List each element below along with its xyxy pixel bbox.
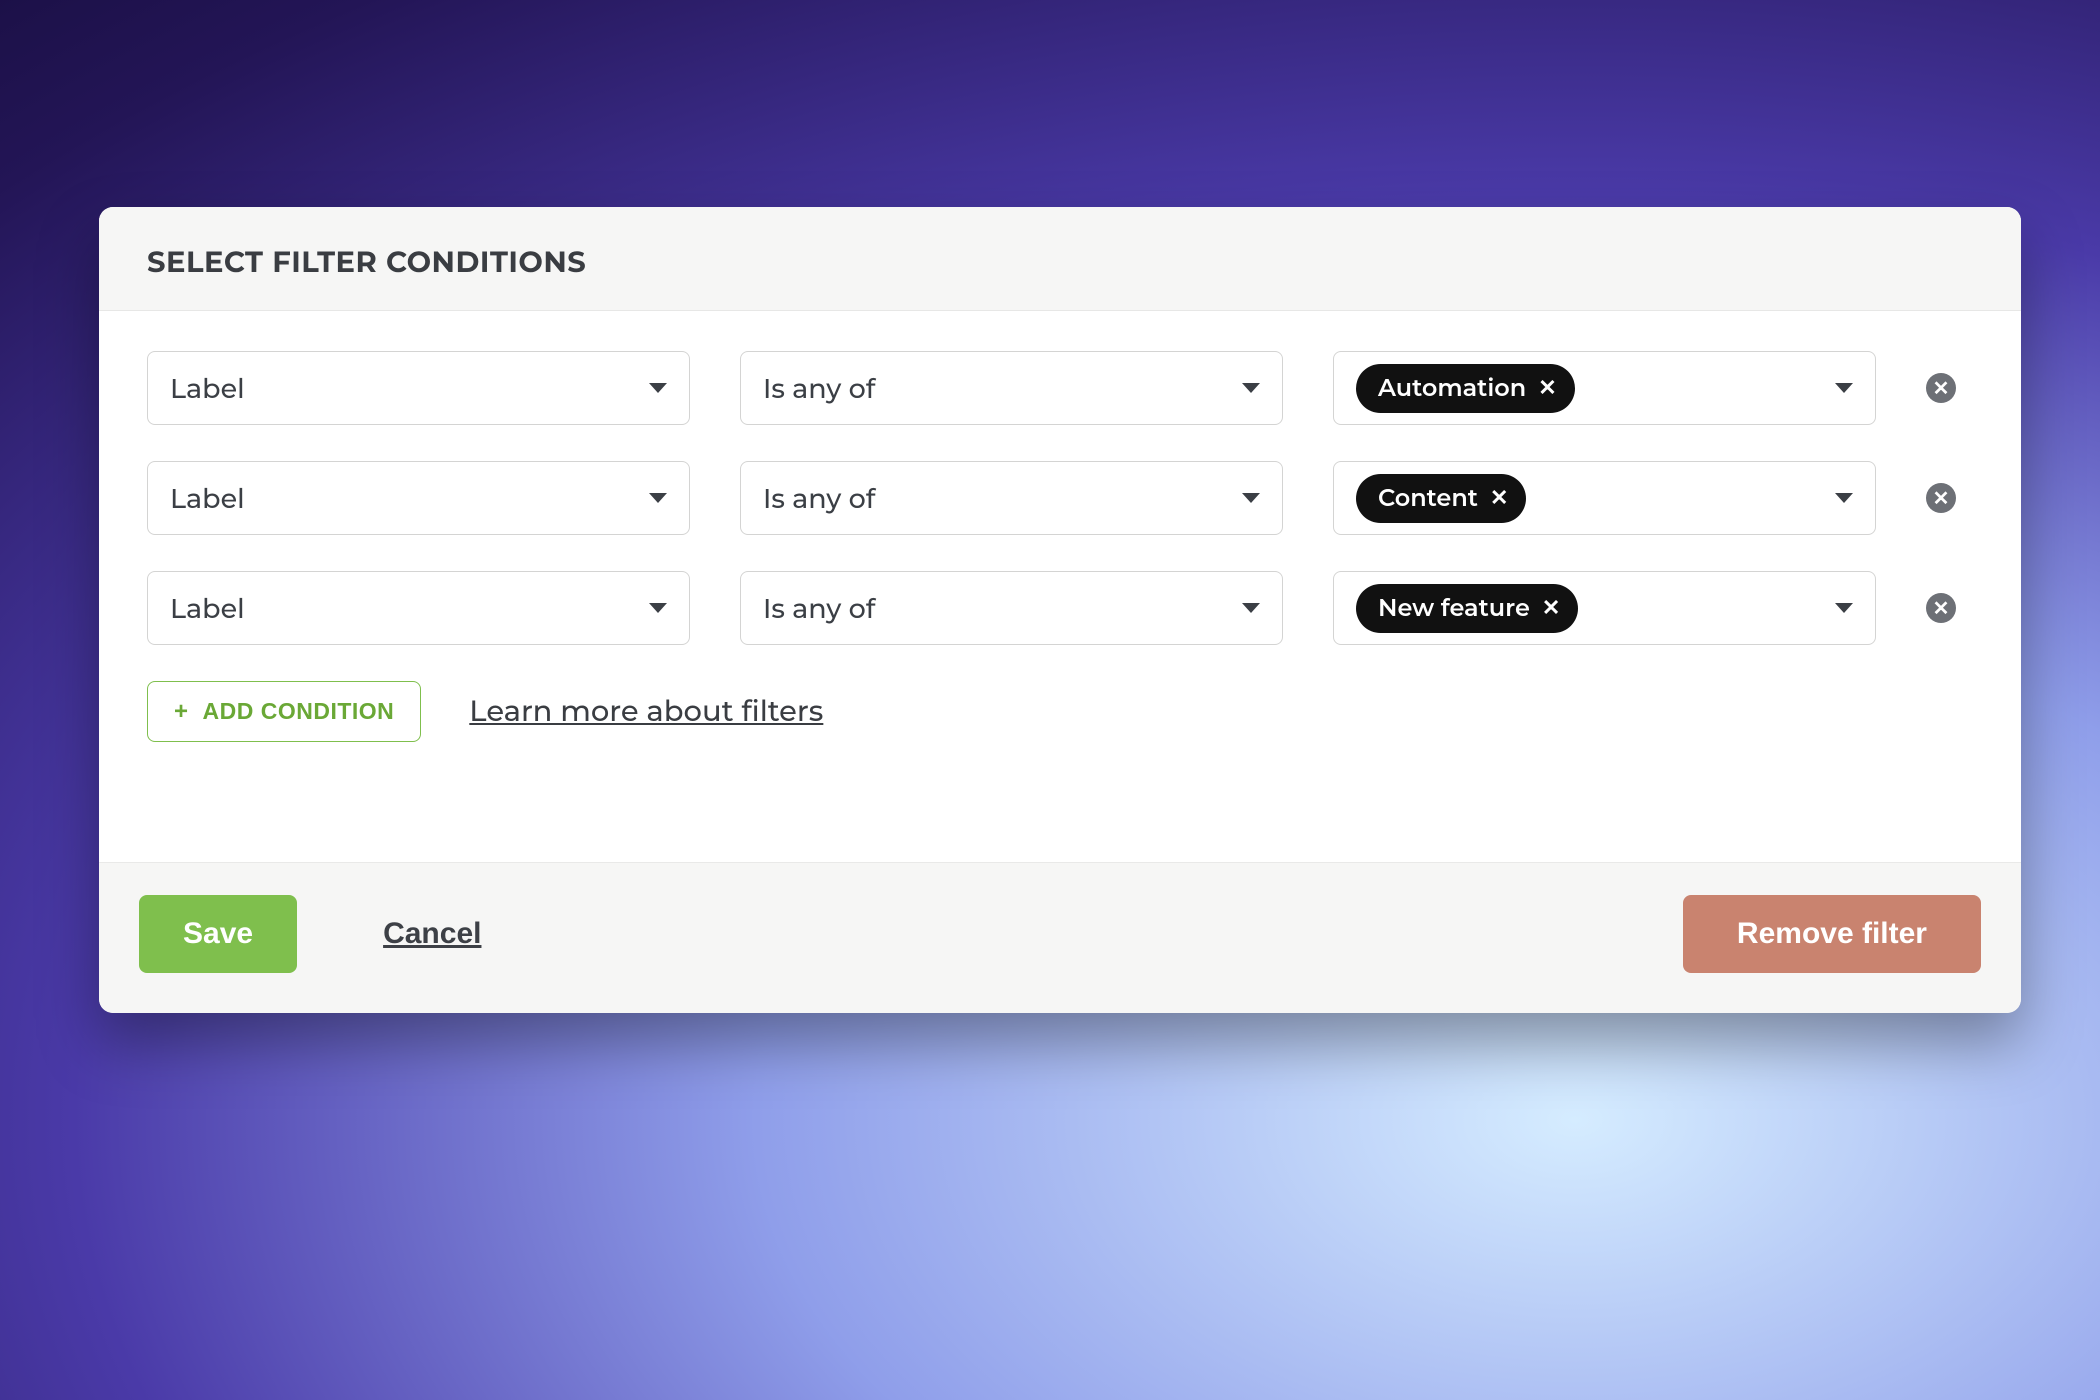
below-rows: + ADD CONDITION Learn more about filters [147, 681, 1973, 742]
chevron-down-icon [1242, 493, 1260, 503]
modal-header: SELECT FILTER CONDITIONS [99, 207, 2021, 311]
condition-rows: Label Is any of Automation ✕ ✕ Label Is any of… [147, 351, 1973, 645]
remove-chip-icon[interactable]: ✕ [1538, 377, 1556, 399]
cancel-button[interactable]: Cancel [383, 895, 481, 973]
operator-select-label: Is any of [763, 592, 875, 625]
modal-title: SELECT FILTER CONDITIONS [147, 245, 1973, 280]
condition-row: Label Is any of Content ✕ ✕ [147, 461, 1973, 535]
condition-row: Label Is any of Automation ✕ ✕ [147, 351, 1973, 425]
remove-chip-icon[interactable]: ✕ [1542, 597, 1560, 619]
chevron-down-icon [649, 383, 667, 393]
modal-footer: Save Cancel Remove filter [99, 862, 2021, 1013]
chevron-down-icon [1835, 603, 1853, 613]
field-select-label: Label [170, 482, 245, 515]
field-select-label: Label [170, 592, 245, 625]
value-select[interactable]: New feature ✕ [1333, 571, 1876, 645]
chevron-down-icon [649, 493, 667, 503]
learn-more-link[interactable]: Learn more about filters [469, 694, 823, 729]
modal-body: Label Is any of Automation ✕ ✕ Label Is any of… [99, 311, 2021, 862]
operator-select[interactable]: Is any of [740, 461, 1283, 535]
remove-condition-button[interactable]: ✕ [1926, 373, 1956, 403]
operator-select[interactable]: Is any of [740, 571, 1283, 645]
filter-conditions-modal: SELECT FILTER CONDITIONS Label Is any of A… [99, 207, 2021, 1013]
add-condition-button[interactable]: + ADD CONDITION [147, 681, 421, 742]
operator-select[interactable]: Is any of [740, 351, 1283, 425]
value-chip-label: Content [1378, 484, 1478, 513]
value-select[interactable]: Content ✕ [1333, 461, 1876, 535]
value-chip: Automation ✕ [1356, 364, 1575, 413]
remove-filter-button[interactable]: Remove filter [1683, 895, 1981, 973]
chevron-down-icon [649, 603, 667, 613]
add-condition-label: ADD CONDITION [203, 698, 395, 725]
value-chip: New feature ✕ [1356, 584, 1578, 633]
chevron-down-icon [1835, 383, 1853, 393]
remove-condition-button[interactable]: ✕ [1926, 483, 1956, 513]
field-select[interactable]: Label [147, 571, 690, 645]
chevron-down-icon [1242, 603, 1260, 613]
operator-select-label: Is any of [763, 482, 875, 515]
value-chip-label: New feature [1378, 594, 1530, 623]
chevron-down-icon [1835, 493, 1853, 503]
value-chip-label: Automation [1378, 374, 1526, 403]
field-select[interactable]: Label [147, 351, 690, 425]
field-select[interactable]: Label [147, 461, 690, 535]
chevron-down-icon [1242, 383, 1260, 393]
value-select[interactable]: Automation ✕ [1333, 351, 1876, 425]
condition-row: Label Is any of New feature ✕ ✕ [147, 571, 1973, 645]
operator-select-label: Is any of [763, 372, 875, 405]
save-button[interactable]: Save [139, 895, 297, 973]
remove-chip-icon[interactable]: ✕ [1490, 487, 1508, 509]
remove-condition-button[interactable]: ✕ [1926, 593, 1956, 623]
plus-icon: + [174, 700, 189, 724]
value-chip: Content ✕ [1356, 474, 1526, 523]
field-select-label: Label [170, 372, 245, 405]
